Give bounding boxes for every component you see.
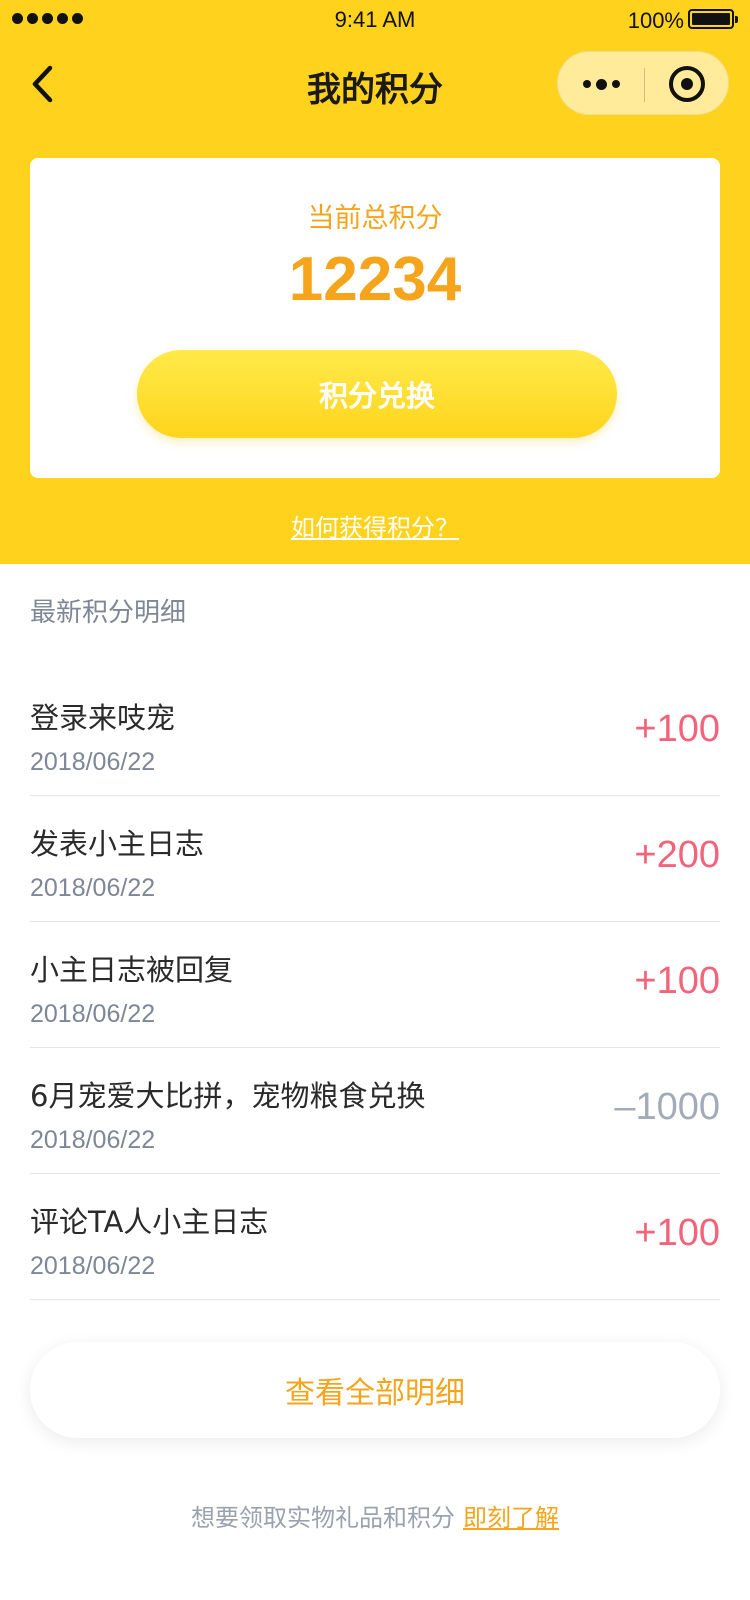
back-button[interactable] bbox=[26, 62, 66, 106]
item-amount: +100 bbox=[634, 708, 720, 750]
redeem-button[interactable]: 积分兑换 bbox=[137, 350, 617, 438]
list-item: 小主日志被回复 2018/06/22 +100 bbox=[30, 922, 720, 1048]
item-title: 发表小主日志 bbox=[30, 827, 205, 861]
header-area: 9:41 AM 100% 我的积分 当前总积分 12234 积分兑换 如何获得积… bbox=[0, 0, 750, 564]
item-amount: +100 bbox=[634, 1212, 720, 1254]
item-amount: +200 bbox=[634, 834, 720, 876]
list-item: 发表小主日志 2018/06/22 +200 bbox=[30, 796, 720, 922]
view-all-button[interactable]: 查看全部明细 bbox=[30, 1342, 720, 1438]
item-amount: –1000 bbox=[614, 1086, 720, 1128]
list-item: 评论TA人小主日志 2018/06/22 +100 bbox=[30, 1174, 720, 1300]
points-value: 12234 bbox=[288, 245, 462, 314]
list-item: 6月宠爱大比拼，宠物粮食兑换 2018/06/22 –1000 bbox=[30, 1048, 720, 1174]
footer-text: 想要领取实物礼品和积分 bbox=[191, 1504, 455, 1532]
item-date: 2018/06/22 bbox=[30, 1000, 156, 1028]
target-icon bbox=[669, 66, 705, 102]
item-date: 2018/06/22 bbox=[30, 1126, 156, 1154]
chevron-left-icon bbox=[32, 65, 53, 103]
item-title: 登录来吱宠 bbox=[30, 701, 176, 735]
learn-more-link[interactable]: 即刻了解 bbox=[463, 1504, 559, 1532]
mini-program-capsule bbox=[557, 51, 729, 115]
battery-percent: 100% bbox=[627, 8, 684, 33]
points-detail-list: 登录来吱宠 2018/06/22 +100 发表小主日志 2018/06/22 … bbox=[30, 670, 720, 1300]
points-label: 当前总积分 bbox=[307, 203, 443, 234]
list-item: 登录来吱宠 2018/06/22 +100 bbox=[30, 670, 720, 796]
footer: 想要领取实物礼品和积分 即刻了解 bbox=[0, 1498, 750, 1533]
item-date: 2018/06/22 bbox=[30, 748, 156, 776]
battery-icon bbox=[688, 9, 738, 29]
status-bar: 9:41 AM 100% bbox=[0, 0, 750, 40]
item-title: 小主日志被回复 bbox=[30, 953, 234, 987]
section-title: 最新积分明细 bbox=[30, 598, 187, 628]
item-date: 2018/06/22 bbox=[30, 874, 156, 902]
close-button[interactable] bbox=[644, 52, 730, 116]
item-date: 2018/06/22 bbox=[30, 1252, 156, 1280]
more-button[interactable] bbox=[558, 52, 644, 116]
how-to-earn-link[interactable]: 如何获得积分？ bbox=[0, 508, 750, 543]
item-title: 6月宠爱大比拼，宠物粮食兑换 bbox=[30, 1079, 426, 1113]
item-title: 评论TA人小主日志 bbox=[30, 1205, 269, 1239]
item-amount: +100 bbox=[634, 960, 720, 1002]
points-card: 当前总积分 12234 积分兑换 bbox=[30, 158, 720, 478]
